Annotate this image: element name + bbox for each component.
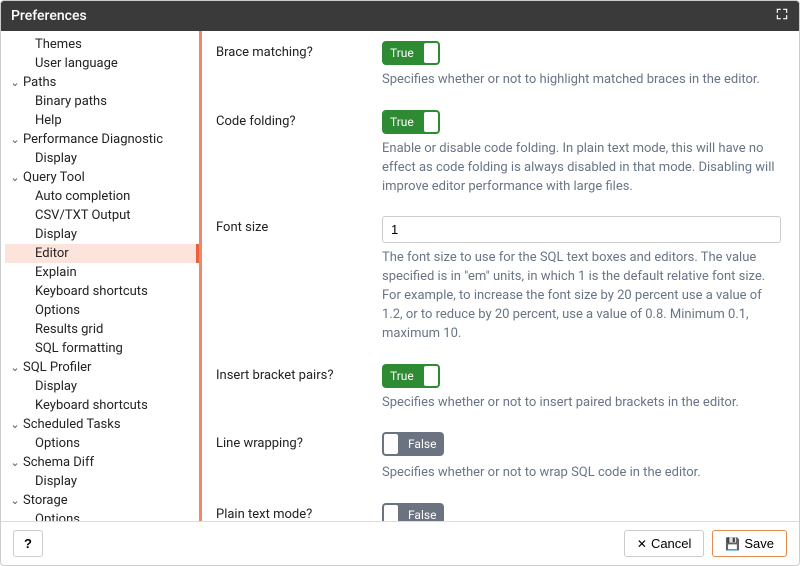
- chevron-down-icon: ⌄: [9, 494, 21, 507]
- content-wrap: Brace matching? True Specifies whether o…: [199, 31, 799, 521]
- sidebar-item-options[interactable]: Options: [5, 301, 199, 320]
- sidebar-item-label: SQL formatting: [35, 341, 123, 356]
- sidebar-item-query-tool[interactable]: ⌄Query Tool: [5, 168, 199, 187]
- expand-icon[interactable]: [775, 7, 789, 25]
- sidebar-item-editor[interactable]: Editor: [5, 244, 199, 263]
- chevron-down-icon: ⌄: [9, 133, 21, 146]
- sidebar-item-label: CSV/TXT Output: [35, 208, 131, 223]
- setting-desc: The font size to use for the SQL text bo…: [382, 249, 781, 343]
- chevron-down-icon: ⌄: [9, 361, 21, 374]
- preferences-dialog: Preferences ThemesUser language⌄PathsBin…: [0, 0, 800, 566]
- sidebar-item-keyboard-shortcuts[interactable]: Keyboard shortcuts: [5, 282, 199, 301]
- sidebar-item-label: Scheduled Tasks: [23, 417, 121, 432]
- sidebar-item-themes[interactable]: Themes: [5, 35, 199, 54]
- sidebar-item-help[interactable]: Help: [5, 111, 199, 130]
- setting-desc: Enable or disable code folding. In plain…: [382, 140, 781, 197]
- sidebar-item-explain[interactable]: Explain: [5, 263, 199, 282]
- close-icon: ✕: [637, 537, 647, 551]
- sidebar-item-label: Auto completion: [35, 189, 130, 204]
- toggle-plain-text[interactable]: False: [382, 503, 444, 521]
- sidebar-item-label: Themes: [35, 37, 82, 52]
- sidebar-item-display[interactable]: Display: [5, 225, 199, 244]
- setting-insert-bracket: Insert bracket pairs? True: [216, 364, 781, 388]
- setting-label: Insert bracket pairs?: [216, 364, 382, 388]
- sidebar-item-auto-completion[interactable]: Auto completion: [5, 187, 199, 206]
- sidebar-item-label: Query Tool: [23, 170, 85, 185]
- sidebar-item-options[interactable]: Options: [5, 510, 199, 521]
- sidebar-item-label: Binary paths: [35, 94, 107, 109]
- sidebar-item-label: Paths: [23, 75, 56, 90]
- sidebar-item-label: Display: [35, 151, 77, 166]
- setting-line-wrapping: Line wrapping? False: [216, 432, 781, 458]
- sidebar-item-label: Results grid: [35, 322, 103, 337]
- sidebar-item-keyboard-shortcuts[interactable]: Keyboard shortcuts: [5, 396, 199, 415]
- sidebar-item-display[interactable]: Display: [5, 472, 199, 491]
- setting-desc: Specifies whether or not to highlight ma…: [382, 71, 781, 90]
- setting-label: Plain text mode?: [216, 503, 382, 521]
- sidebar-item-label: Performance Diagnostic: [23, 132, 163, 147]
- sidebar-item-label: Editor: [35, 246, 69, 261]
- sidebar-item-label: Display: [35, 474, 77, 489]
- chevron-down-icon: ⌄: [9, 171, 21, 184]
- setting-label: Brace matching?: [216, 41, 382, 65]
- sidebar-item-label: Keyboard shortcuts: [35, 284, 148, 299]
- setting-font-size: Font size: [216, 216, 781, 243]
- chevron-down-icon: ⌄: [9, 76, 21, 89]
- sidebar-item-paths[interactable]: ⌄Paths: [5, 73, 199, 92]
- sidebar-item-display[interactable]: Display: [5, 377, 199, 396]
- settings-content: Brace matching? True Specifies whether o…: [202, 31, 799, 521]
- dialog-title: Preferences: [11, 8, 87, 24]
- sidebar-item-display[interactable]: Display: [5, 149, 199, 168]
- sidebar-item-options[interactable]: Options: [5, 434, 199, 453]
- sidebar-tree[interactable]: ThemesUser language⌄PathsBinary pathsHel…: [1, 31, 199, 521]
- sidebar-item-results-grid[interactable]: Results grid: [5, 320, 199, 339]
- sidebar-item-binary-paths[interactable]: Binary paths: [5, 92, 199, 111]
- chevron-down-icon: ⌄: [9, 456, 21, 469]
- sidebar-item-label: Storage: [23, 493, 68, 508]
- dialog-footer: ? ✕Cancel 💾Save: [1, 521, 799, 565]
- font-size-input[interactable]: [382, 216, 781, 243]
- sidebar-item-performance-diagnostic[interactable]: ⌄Performance Diagnostic: [5, 130, 199, 149]
- sidebar-item-label: Options: [35, 512, 80, 521]
- setting-brace-matching: Brace matching? True: [216, 41, 781, 65]
- sidebar-item-schema-diff[interactable]: ⌄Schema Diff: [5, 453, 199, 472]
- sidebar-item-sql-profiler[interactable]: ⌄SQL Profiler: [5, 358, 199, 377]
- sidebar-item-label: Keyboard shortcuts: [35, 398, 148, 413]
- sidebar-item-scheduled-tasks[interactable]: ⌄Scheduled Tasks: [5, 415, 199, 434]
- sidebar-item-label: Explain: [35, 265, 77, 280]
- help-button[interactable]: ?: [13, 530, 43, 557]
- setting-label: Code folding?: [216, 110, 382, 134]
- sidebar-item-label: Options: [35, 303, 80, 318]
- toggle-brace-matching[interactable]: True: [382, 41, 440, 65]
- toggle-insert-bracket[interactable]: True: [382, 364, 440, 388]
- sidebar-item-label: Options: [35, 436, 80, 451]
- sidebar-item-label: Display: [35, 227, 77, 242]
- footer-right: ✕Cancel 💾Save: [624, 530, 787, 557]
- sidebar-item-sql-formatting[interactable]: SQL formatting: [5, 339, 199, 358]
- toggle-line-wrapping[interactable]: False: [382, 432, 444, 456]
- setting-label: Line wrapping?: [216, 432, 382, 458]
- dialog-header: Preferences: [1, 1, 799, 31]
- toggle-code-folding[interactable]: True: [382, 110, 440, 134]
- save-button[interactable]: 💾Save: [712, 530, 787, 557]
- sidebar-item-label: User language: [35, 56, 118, 71]
- sidebar-item-label: Display: [35, 379, 77, 394]
- sidebar-item-label: SQL Profiler: [23, 360, 91, 375]
- setting-code-folding: Code folding? True: [216, 110, 781, 134]
- setting-desc: Specifies whether or not to insert paire…: [382, 394, 781, 413]
- chevron-down-icon: ⌄: [9, 418, 21, 431]
- sidebar-item-storage[interactable]: ⌄Storage: [5, 491, 199, 510]
- save-icon: 💾: [725, 537, 740, 551]
- sidebar-item-label: Help: [35, 113, 62, 128]
- setting-desc: Specifies whether or not to wrap SQL cod…: [382, 464, 781, 483]
- dialog-body: ThemesUser language⌄PathsBinary pathsHel…: [1, 31, 799, 521]
- sidebar-item-csv-txt-output[interactable]: CSV/TXT Output: [5, 206, 199, 225]
- sidebar-item-user-language[interactable]: User language: [5, 54, 199, 73]
- setting-plain-text: Plain text mode? False: [216, 503, 781, 521]
- cancel-button[interactable]: ✕Cancel: [624, 530, 705, 557]
- sidebar-item-label: Schema Diff: [23, 455, 94, 470]
- setting-label: Font size: [216, 216, 382, 243]
